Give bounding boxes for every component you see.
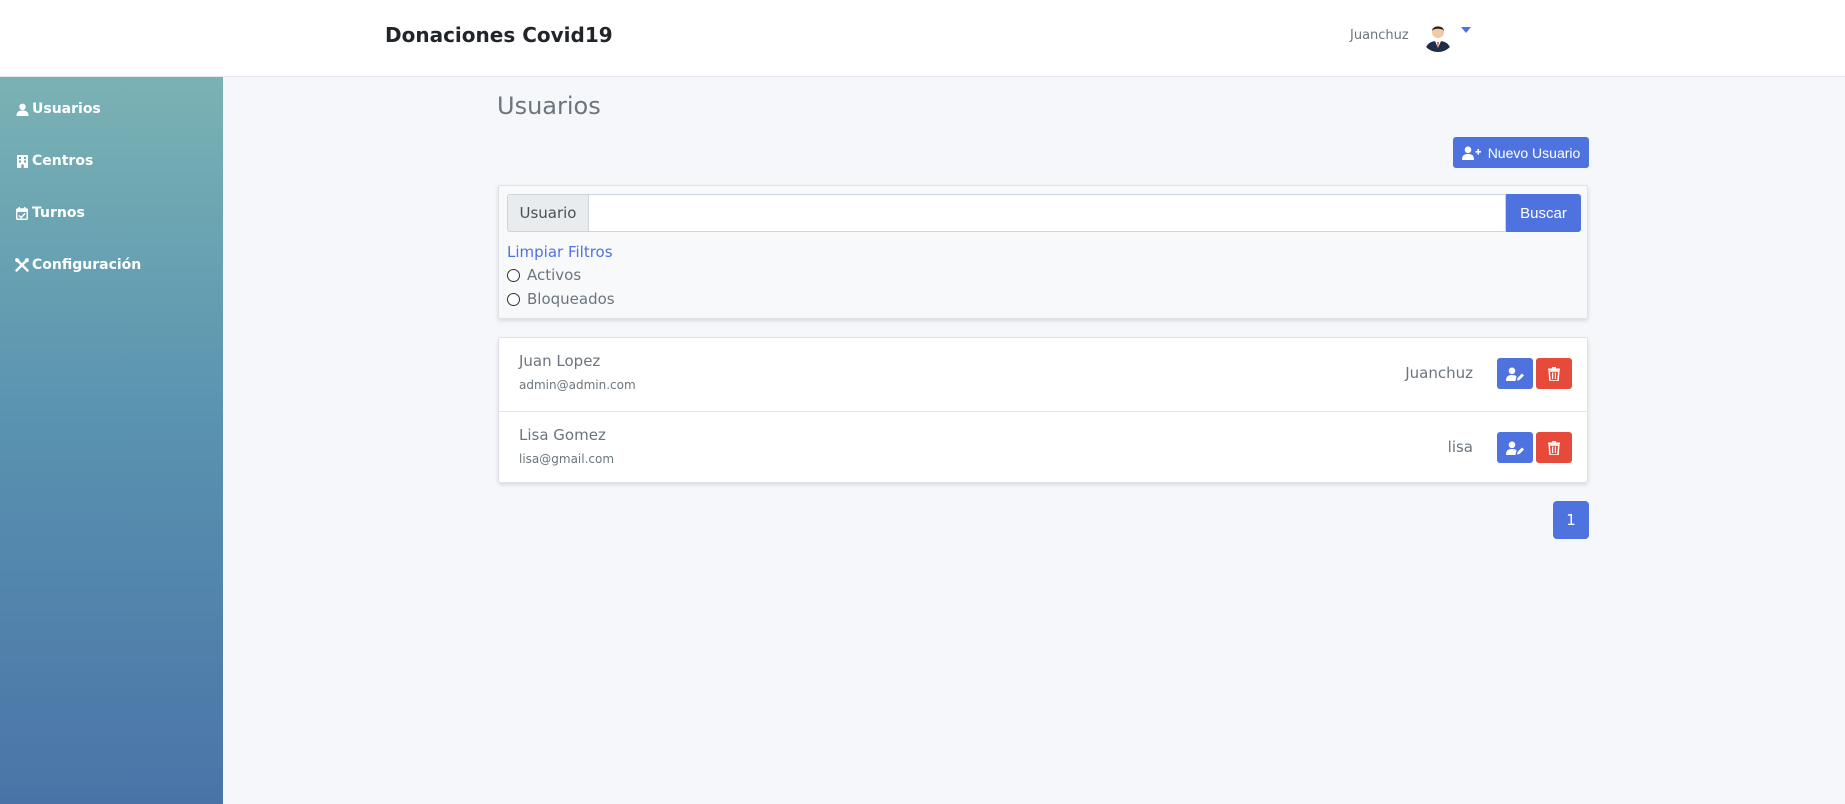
radio-button[interactable] <box>507 292 520 306</box>
user-username: Juanchuz <box>1405 364 1473 382</box>
user-icon <box>15 102 29 116</box>
user-name[interactable]: Juanchuz <box>1350 28 1409 43</box>
list-item: Juan Lopez admin@admin.com Juanchuz <box>499 338 1587 411</box>
user-edit-icon <box>1506 441 1524 455</box>
clear-filters-link[interactable]: Limpiar Filtros <box>507 243 613 261</box>
new-user-button[interactable]: Nuevo Usuario <box>1453 137 1589 168</box>
sidebar-item-label: Centros <box>32 153 94 169</box>
sidebar-item-turnos[interactable]: Turnos <box>15 205 85 221</box>
trash-icon <box>1548 366 1560 381</box>
user-plus-icon <box>1461 146 1481 160</box>
app-title[interactable]: Donaciones Covid19 <box>385 23 613 47</box>
pagination-page-1[interactable]: 1 <box>1553 501 1589 539</box>
user-email: admin@admin.com <box>519 378 636 392</box>
avatar[interactable] <box>1420 18 1455 52</box>
search-input-label: Usuario <box>507 194 588 232</box>
new-user-button-label: Nuevo Usuario <box>1487 144 1581 161</box>
tools-icon <box>15 258 29 272</box>
user-username: lisa <box>1447 438 1473 456</box>
search-group: Usuario Buscar <box>507 194 1581 232</box>
chevron-down-icon[interactable] <box>1460 27 1471 33</box>
sidebar: Usuarios Centros Turnos Configuración <box>0 77 223 804</box>
filter-panel: Usuario Buscar Limpiar Filtros Activos B… <box>498 185 1588 319</box>
edit-user-button[interactable] <box>1497 432 1533 463</box>
sidebar-item-configuracion[interactable]: Configuración <box>15 257 141 273</box>
user-menu[interactable]: Juanchuz <box>1350 18 1471 52</box>
delete-user-button[interactable] <box>1536 432 1572 463</box>
sidebar-item-label: Usuarios <box>32 101 101 117</box>
user-email: lisa@gmail.com <box>519 452 615 466</box>
user-full-name: Juan Lopez <box>519 352 601 370</box>
building-icon <box>15 154 29 168</box>
filter-option-bloqueados[interactable]: Bloqueados <box>507 290 615 308</box>
filter-option-activos[interactable]: Activos <box>507 266 581 284</box>
filter-option-label: Activos <box>527 266 582 284</box>
sidebar-item-usuarios[interactable]: Usuarios <box>15 101 101 117</box>
trash-icon <box>1548 440 1560 455</box>
search-button[interactable]: Buscar <box>1506 194 1581 232</box>
page-title: Usuarios <box>497 92 601 120</box>
sidebar-item-centros[interactable]: Centros <box>15 153 93 169</box>
list-item: Lisa Gomez lisa@gmail.com lisa <box>499 411 1587 484</box>
calendar-check-icon <box>15 206 29 220</box>
search-input[interactable] <box>588 194 1506 232</box>
delete-user-button[interactable] <box>1536 358 1572 389</box>
filter-option-label: Bloqueados <box>527 290 615 308</box>
edit-user-button[interactable] <box>1497 358 1533 389</box>
sidebar-item-label: Turnos <box>32 205 85 221</box>
user-list: Juan Lopez admin@admin.com Juanchuz Lisa… <box>498 337 1588 483</box>
radio-button[interactable] <box>507 268 520 282</box>
top-navbar: Donaciones Covid19 Juanchuz <box>0 0 1845 77</box>
sidebar-item-label: Configuración <box>32 257 142 273</box>
user-full-name: Lisa Gomez <box>519 426 606 444</box>
user-edit-icon <box>1506 367 1524 381</box>
